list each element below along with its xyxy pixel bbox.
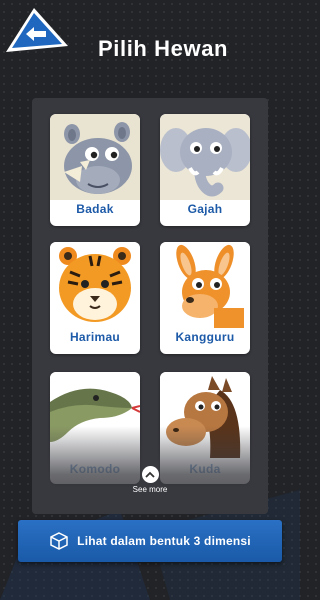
chevron-up-icon <box>141 466 159 483</box>
kangaroo-icon <box>160 242 250 328</box>
see-more-button[interactable]: See more <box>125 466 175 494</box>
komodo-dragon-icon <box>50 372 140 458</box>
animal-card-badak[interactable]: Badak <box>50 114 140 226</box>
view-3d-button[interactable]: Lihat dalam bentuk 3 dimensi <box>18 520 282 562</box>
horse-icon <box>160 372 250 458</box>
tiger-icon <box>50 242 140 328</box>
arrow-left-icon <box>6 8 68 52</box>
animal-card-label: Kangguru <box>175 330 235 344</box>
see-more-label: See more <box>132 485 168 494</box>
view-3d-label: Lihat dalam bentuk 3 dimensi <box>77 534 251 548</box>
back-button[interactable] <box>4 6 70 56</box>
cube-icon <box>50 532 68 550</box>
animal-card-kangguru[interactable]: Kangguru <box>160 242 250 354</box>
animal-card-label: Gajah <box>187 202 223 216</box>
animal-card-gajah[interactable]: Gajah <box>160 114 250 226</box>
animal-card-label: Badak <box>76 202 114 216</box>
animal-card-harimau[interactable]: Harimau <box>50 242 140 354</box>
animal-card-label: Harimau <box>69 330 121 344</box>
page-title: Pilih Hewan <box>98 36 229 61</box>
rhinoceros-icon <box>50 114 140 200</box>
elephant-icon <box>160 114 250 200</box>
animal-grid-panel: Badak Gajah Harimau Kangguru Komodo Kuda… <box>32 98 268 514</box>
